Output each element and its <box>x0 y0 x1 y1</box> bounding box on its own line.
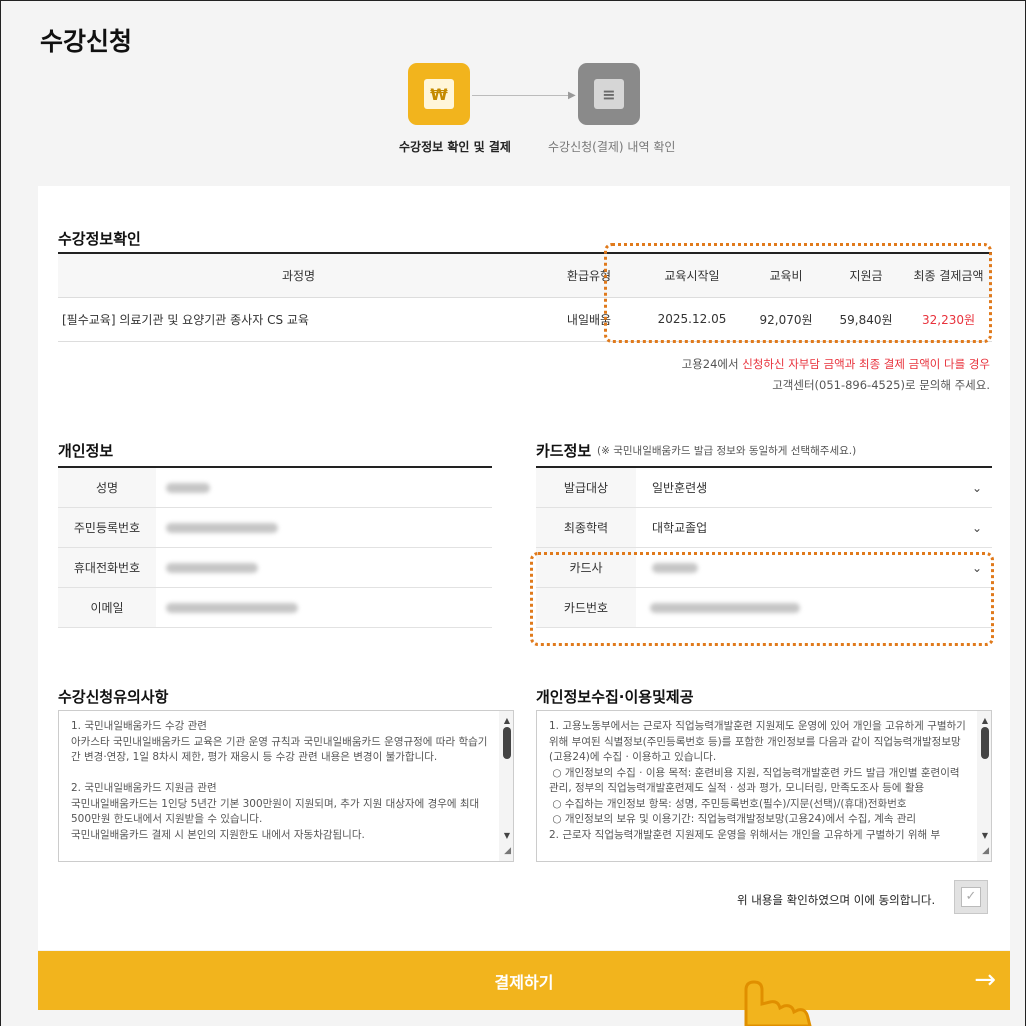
personal-section-title: 개인정보 <box>58 442 114 460</box>
rrn-field[interactable] <box>156 508 492 547</box>
notice-section-title: 수강신청유의사항 <box>58 688 169 706</box>
rrn-row: 주민등록번호 <box>58 508 492 548</box>
privacy-section-title: 개인정보수집·이용및제공 <box>536 688 694 706</box>
name-row: 성명 <box>58 468 492 508</box>
privacy-textarea[interactable]: 1. 고용노동부에서는 근로자 직업능력개발훈련 지원제도 운영에 있어 개인을… <box>536 710 992 862</box>
personal-info-grid: 성명 주민등록번호 휴대전화번호 이메일 <box>58 466 492 628</box>
step-1-label: 수강정보 확인 및 결제 <box>399 140 511 154</box>
page-title: 수강신청 <box>40 27 133 56</box>
rrn-label: 주민등록번호 <box>58 508 156 547</box>
card-highlight-dotted-box <box>530 552 994 646</box>
email-row: 이메일 <box>58 588 492 628</box>
name-label: 성명 <box>58 468 156 507</box>
education-label: 최종학력 <box>536 508 636 547</box>
resize-handle-icon[interactable]: ◢ <box>504 844 511 860</box>
card-section-title: 카드정보 <box>536 442 592 460</box>
resize-handle-icon[interactable]: ◢ <box>982 844 989 860</box>
privacy-scrollbar[interactable]: ▲ ▼ <box>977 711 991 861</box>
pay-button[interactable]: 결제하기 → <box>38 951 1010 1010</box>
agree-label: 위 내용을 확인하였으며 이에 동의합니다. <box>737 893 936 907</box>
notice-scrollbar[interactable]: ▲ ▼ <box>499 711 513 861</box>
phone-row: 휴대전화번호 <box>58 548 492 588</box>
scroll-thumb[interactable] <box>503 727 511 759</box>
email-field[interactable] <box>156 588 492 627</box>
step-arrow-icon: ▶ <box>568 90 576 101</box>
issue-target-label: 발급대상 <box>536 468 636 507</box>
chevron-down-icon: ⌄ <box>971 520 982 535</box>
issue-target-row: 발급대상 일반훈련생 ⌄ <box>536 468 992 508</box>
card-note: (※ 국민내일배움카드 발급 정보와 동일하게 선택해주세요.) <box>597 445 857 457</box>
arrow-right-icon: → <box>974 965 996 995</box>
pointing-hand-icon <box>715 961 812 1026</box>
scroll-thumb[interactable] <box>981 727 989 759</box>
phone-field[interactable] <box>156 548 492 587</box>
education-row: 최종학력 대학교졸업 ⌄ <box>536 508 992 548</box>
chevron-down-icon: ⌄ <box>971 480 982 495</box>
issue-target-select[interactable]: 일반훈련생 ⌄ <box>636 468 992 507</box>
step-1-won-icon: ₩ <box>408 63 470 125</box>
education-select[interactable]: 대학교졸업 ⌄ <box>636 508 992 547</box>
notice-textarea[interactable]: 1. 국민내일배움카드 수강 관련 아카스타 국민내일배움카드 교육은 기관 운… <box>58 710 514 862</box>
check-icon: ✓ <box>961 887 981 907</box>
phone-label: 휴대전화번호 <box>58 548 156 587</box>
name-field[interactable] <box>156 468 492 507</box>
col-course-name: 과정명 <box>58 252 539 298</box>
contact-notice: 고객센터(051-896-4525)로 문의해 주세요. <box>772 378 990 392</box>
step-2-document-icon: ≡ <box>578 63 640 125</box>
course-name-cell: [필수교육] 의료기관 및 요양기관 종사자 CS 교육 <box>58 297 539 342</box>
agree-checkbox[interactable]: ✓ <box>954 880 988 914</box>
step-connector <box>472 95 574 96</box>
refund-notice: 고용24에서 신청하신 자부담 금액과 최종 결제 금액이 다를 경우 <box>681 357 990 371</box>
scroll-down-icon[interactable]: ▼ <box>504 828 510 844</box>
email-label: 이메일 <box>58 588 156 627</box>
scroll-down-icon[interactable]: ▼ <box>982 828 988 844</box>
highlight-dotted-box <box>604 243 992 343</box>
step-2-label: 수강신청(결제) 내역 확인 <box>548 140 676 154</box>
course-section-title: 수강정보확인 <box>58 230 141 248</box>
